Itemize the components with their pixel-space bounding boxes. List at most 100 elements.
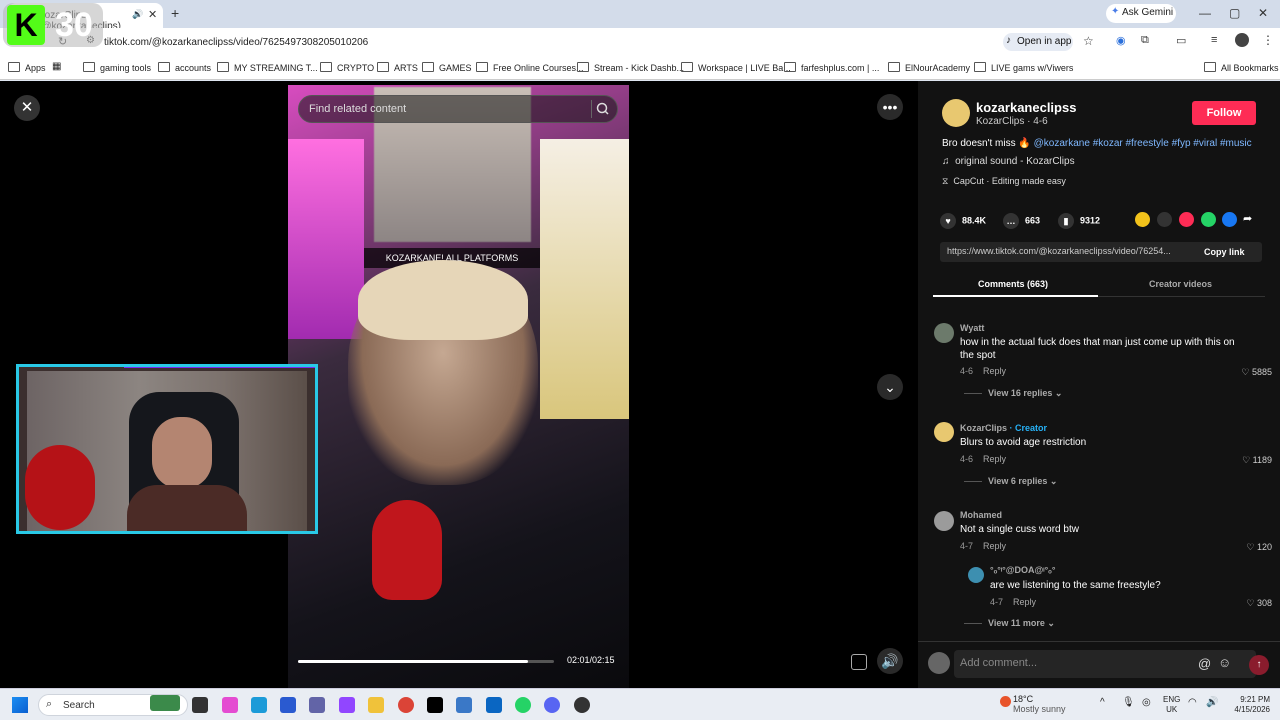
edge-icon[interactable]	[251, 697, 267, 713]
maximize-icon[interactable]: ▢	[1229, 6, 1240, 20]
copy-link-button[interactable]: Copy link	[1204, 247, 1245, 257]
find-related-search[interactable]: Find related content	[298, 95, 618, 123]
bookmark-item[interactable]: GAMES	[422, 62, 472, 73]
search-icon[interactable]	[591, 100, 609, 118]
url-field[interactable]: tiktok.com/@kozarkaneclipss/video/762549…	[104, 37, 368, 48]
teams-icon[interactable]	[309, 697, 325, 713]
cast-icon[interactable]: ▭	[1176, 34, 1186, 47]
commenter-name[interactable]: Mohamed	[960, 510, 1002, 520]
network-icon[interactable]: ◎	[1142, 697, 1151, 708]
weather-widget[interactable]: 18°C Mostly sunny	[1000, 694, 1066, 714]
author-handle[interactable]: kozarkaneclipss	[976, 100, 1076, 115]
capcut-link[interactable]: ⧖ CapCut · Editing made easy	[942, 176, 1066, 187]
floating-player-icon[interactable]	[851, 654, 867, 670]
volume-icon[interactable]: 🔊	[1206, 697, 1218, 708]
profile-avatar[interactable]	[1235, 33, 1249, 47]
tab-groups-icon[interactable]: ▦	[52, 61, 61, 72]
wifi-icon[interactable]: ◠	[1188, 697, 1197, 708]
comment-like[interactable]: ♡ 5885	[1241, 367, 1272, 378]
chrome-icon[interactable]	[398, 697, 414, 713]
sound-info[interactable]: ♫ original sound - KozarClips	[942, 156, 1075, 167]
coin-icon[interactable]	[1135, 212, 1150, 227]
emoji-icon[interactable]: ☺	[1218, 655, 1231, 670]
task-view-icon[interactable]	[192, 697, 208, 713]
embed-icon[interactable]	[1157, 212, 1172, 227]
speaker-icon[interactable]: 🔊	[132, 9, 143, 20]
mic-icon[interactable]: 🎙	[1122, 697, 1135, 708]
facebook-icon[interactable]	[1222, 212, 1237, 227]
next-video-chevron-down-icon[interactable]: ⌄	[877, 374, 903, 400]
video-player[interactable]: KOZARKANE! ALL PLATFORMS	[288, 85, 629, 688]
new-tab-icon[interactable]: +	[171, 5, 179, 21]
bookmark-item[interactable]: gaming tools	[83, 62, 151, 73]
bookmark-item[interactable]: ElNourAcademy	[888, 62, 970, 73]
reading-list-icon[interactable]: ≡	[1211, 34, 1217, 46]
open-in-app-button[interactable]: ♪ Open in app	[1003, 33, 1073, 51]
comment-like[interactable]: ♡ 308	[1246, 598, 1272, 609]
menu-kebab-icon[interactable]: ⋮	[1262, 33, 1274, 47]
bookmark-item[interactable]: ARTS	[377, 62, 418, 73]
app-icon[interactable]	[456, 697, 472, 713]
tab-creator-videos[interactable]: Creator videos	[1149, 279, 1212, 289]
whatsapp-icon[interactable]	[1201, 212, 1216, 227]
follow-button[interactable]: Follow	[1192, 101, 1256, 125]
bookmark-item[interactable]: CRYPTO	[320, 62, 374, 73]
file-explorer-icon[interactable]	[368, 697, 384, 713]
commenter-avatar[interactable]	[934, 422, 954, 442]
comment-button[interactable]: … 663	[1003, 213, 1040, 229]
tab-comments[interactable]: Comments (663)	[978, 279, 1048, 289]
commenter-name[interactable]: °ₒ°ᵎ°@DOA@ᵎ°ₒ°	[990, 565, 1055, 575]
view-replies-button[interactable]: View 6 replies ⌄	[964, 476, 1057, 487]
comment-like[interactable]: ♡ 120	[1246, 542, 1272, 553]
description-hashtags[interactable]: @kozarkane #kozar #freestyle #fyp #viral…	[1034, 138, 1252, 149]
commenter-avatar[interactable]	[968, 567, 984, 583]
video-progress-bar[interactable]	[298, 660, 554, 663]
bookmark-star-icon[interactable]: ☆	[1083, 34, 1094, 48]
like-button[interactable]: ♥ 88.4K	[940, 213, 986, 229]
linkedin-icon[interactable]	[486, 697, 502, 713]
reply-button[interactable]: Reply	[1013, 597, 1036, 607]
windows-start-icon[interactable]	[12, 697, 28, 713]
bookmark-item[interactable]: MY STREAMING T...	[217, 62, 318, 73]
system-clock[interactable]: 9:21 PM 4/15/2026	[1226, 695, 1270, 715]
view-more-replies-button[interactable]: View 11 more ⌄	[964, 618, 1055, 629]
commenter-name[interactable]: KozarClips · Creator	[960, 423, 1047, 433]
commenter-avatar[interactable]	[934, 323, 954, 343]
reply-button[interactable]: Reply	[983, 541, 1006, 551]
twitch-icon[interactable]	[339, 697, 355, 713]
send-icon[interactable]	[1179, 212, 1194, 227]
bookmark-item[interactable]: Apps	[8, 62, 46, 73]
commenter-avatar[interactable]	[934, 511, 954, 531]
send-comment-button[interactable]: ↑	[1249, 655, 1269, 675]
language-indicator[interactable]: ENG UK	[1163, 695, 1180, 715]
extension-icon[interactable]: ◉	[1116, 34, 1126, 47]
obs-icon[interactable]	[574, 697, 590, 713]
bookmark-item[interactable]: Free Online Courses...	[476, 62, 584, 73]
copilot-icon[interactable]	[222, 697, 238, 713]
bookmark-item[interactable]: accounts	[158, 62, 211, 73]
close-video-button[interactable]: ✕	[14, 95, 40, 121]
store-icon[interactable]	[280, 697, 296, 713]
bookmark-item[interactable]: Workspace | LIVE Ba...	[681, 62, 791, 73]
bookmark-item[interactable]: farfeshplus.com | ...	[784, 62, 879, 73]
extensions-puzzle-icon[interactable]: ⧉	[1141, 34, 1149, 47]
discord-icon[interactable]	[544, 697, 560, 713]
author-avatar[interactable]	[942, 99, 970, 127]
bookmark-item[interactable]: LIVE gams w/Viwers	[974, 62, 1073, 73]
commenter-name[interactable]: Wyatt	[960, 323, 984, 333]
close-window-icon[interactable]: ✕	[1258, 6, 1268, 20]
comment-like[interactable]: ♡ 1189	[1242, 455, 1272, 466]
minimize-icon[interactable]: —	[1199, 6, 1211, 20]
tray-chevron-icon[interactable]: ^	[1100, 697, 1105, 708]
whatsapp-icon[interactable]	[515, 697, 531, 713]
mention-icon[interactable]: @	[1198, 656, 1211, 671]
view-replies-button[interactable]: View 16 replies ⌄	[964, 388, 1062, 399]
x-icon[interactable]	[427, 697, 443, 713]
more-options-icon[interactable]: •••	[877, 94, 903, 120]
all-bookmarks[interactable]: All Bookmarks	[1204, 62, 1279, 73]
share-arrow-icon[interactable]: ➦	[1243, 212, 1258, 227]
save-button[interactable]: ▮ 9312	[1058, 213, 1100, 229]
reply-button[interactable]: Reply	[983, 366, 1006, 376]
ask-gemini-button[interactable]: ✦ Ask Gemini	[1106, 4, 1176, 23]
close-tab-icon[interactable]: ✕	[148, 8, 157, 21]
